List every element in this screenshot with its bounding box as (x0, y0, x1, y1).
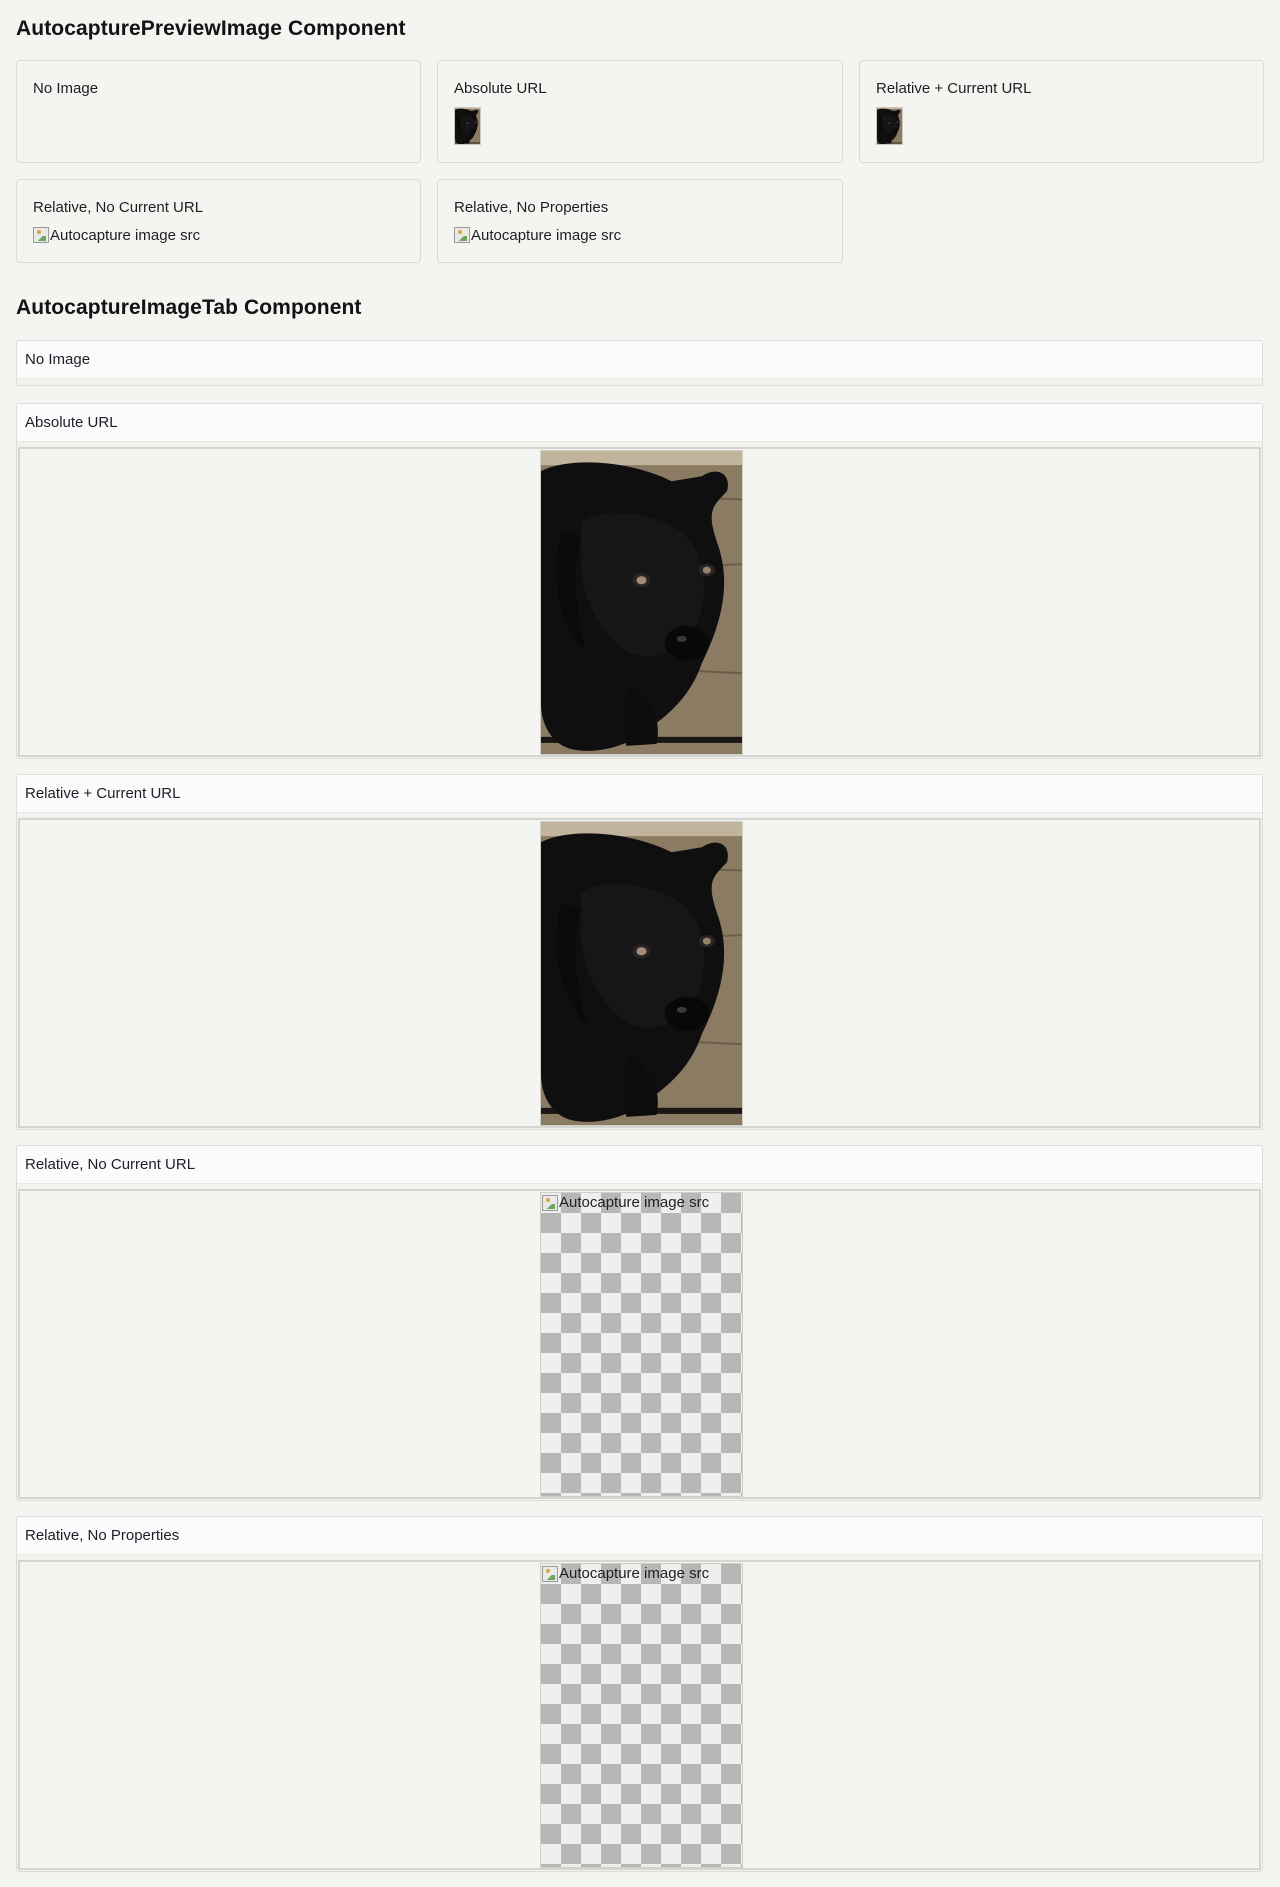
image-tab-relative-no-properties: Relative, No Properties Autocapture imag… (16, 1516, 1263, 1872)
puppy-photo[interactable] (540, 821, 743, 1126)
broken-image[interactable]: Autocapture image src (33, 225, 200, 245)
puppy-thumbnail[interactable] (454, 107, 481, 145)
image-tab-absolute-url: Absolute URL (16, 403, 1263, 759)
puppy-photo[interactable] (540, 450, 743, 755)
puppy-thumbnail[interactable] (876, 107, 903, 145)
image-tab-header: Relative + Current URL (17, 775, 1262, 813)
broken-image-icon (454, 227, 470, 243)
preview-card-label: Relative, No Properties (454, 199, 609, 216)
image-tab-header: No Image (17, 341, 1262, 379)
image-tab-body (18, 818, 1261, 1128)
broken-image-alt: Autocapture image src (471, 226, 622, 244)
image-tab-header: Relative, No Properties (17, 1517, 1262, 1555)
preview-card-absolute-url: Absolute URL (437, 60, 843, 163)
preview-card-label: Absolute URL (454, 80, 547, 97)
broken-image-alt: Autocapture image src (559, 1194, 710, 1211)
preview-card-label: Relative + Current URL (876, 80, 1032, 97)
preview-card-no-image: No Image (16, 60, 421, 163)
broken-image[interactable]: Autocapture image src (454, 225, 621, 245)
preview-section-title: AutocapturePreviewImage Component (16, 17, 406, 40)
tab-section-title: AutocaptureImageTab Component (16, 296, 362, 319)
preview-card-label: No Image (33, 80, 99, 97)
broken-image-icon (33, 227, 49, 243)
broken-image-alt: Autocapture image src (559, 1565, 710, 1582)
image-tab-no-image: No Image (16, 340, 1263, 386)
preview-card-relative-no-current-url: Relative, No Current URL Autocapture ima… (16, 179, 421, 263)
image-tab-relative-no-current-url: Relative, No Current URL Autocapture ima… (16, 1145, 1263, 1501)
broken-image: Autocapture image src (542, 1565, 709, 1582)
preview-card-relative-no-properties: Relative, No Properties Autocapture imag… (437, 179, 843, 263)
image-tab-body: Autocapture image src (18, 1189, 1261, 1499)
transparency-checkerboard[interactable]: Autocapture image src (540, 1192, 743, 1497)
image-tab-header: Relative, No Current URL (17, 1146, 1262, 1184)
preview-card-relative-current-url: Relative + Current URL (859, 60, 1264, 163)
image-tab-body: Autocapture image src (18, 1560, 1261, 1870)
preview-card-label: Relative, No Current URL (33, 199, 204, 216)
broken-image: Autocapture image src (542, 1194, 709, 1211)
broken-image-alt: Autocapture image src (50, 226, 201, 244)
broken-image-icon (542, 1565, 558, 1582)
transparency-checkerboard[interactable]: Autocapture image src (540, 1563, 743, 1868)
image-tab-header: Absolute URL (17, 404, 1262, 442)
broken-image-icon (542, 1194, 558, 1211)
image-tab-relative-current-url: Relative + Current URL (16, 774, 1263, 1130)
image-tab-body (18, 447, 1261, 757)
